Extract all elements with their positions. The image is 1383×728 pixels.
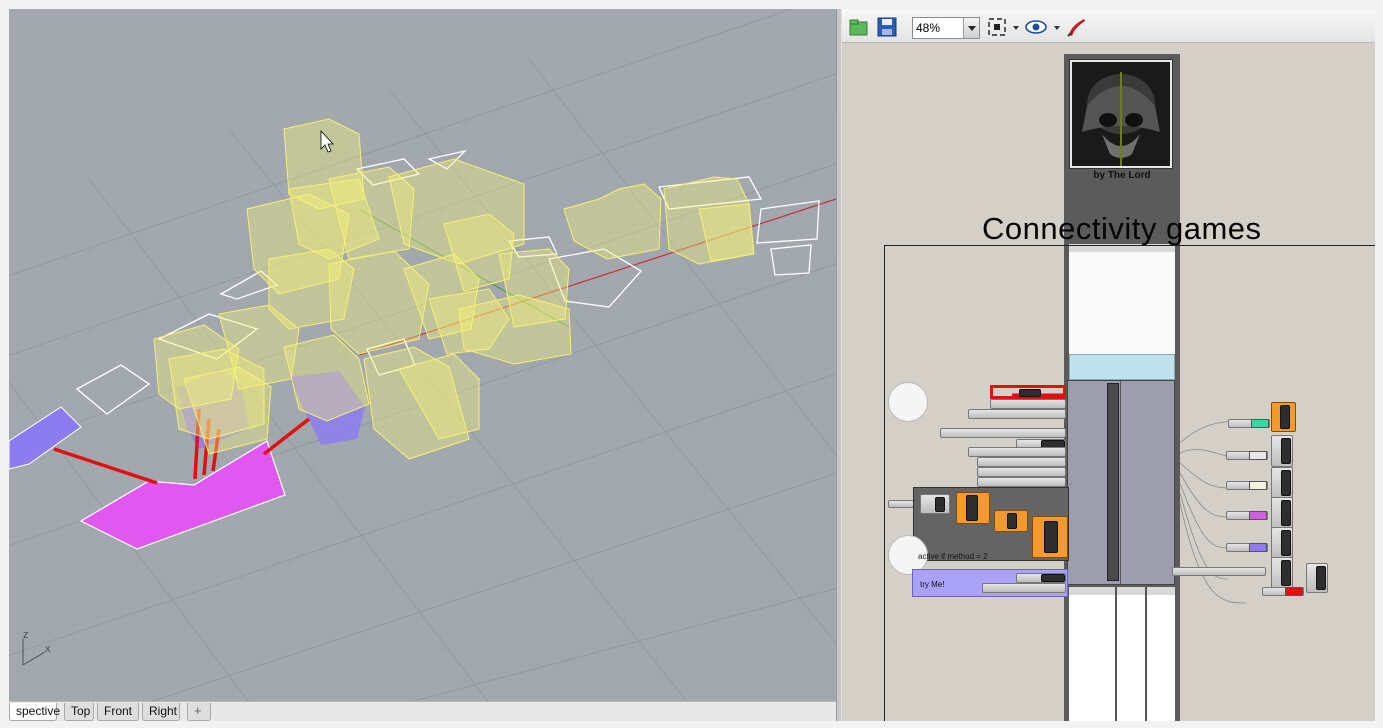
orange-component[interactable] (994, 510, 1028, 532)
preview-eye-icon[interactable] (1025, 16, 1047, 38)
tab-front[interactable]: Front (97, 703, 139, 721)
slider-component[interactable] (1016, 573, 1066, 583)
color-param[interactable] (1226, 481, 1268, 490)
group-param[interactable] (920, 494, 950, 514)
save-file-icon[interactable] (876, 16, 898, 38)
slider-component[interactable] (977, 467, 1066, 477)
dial-widget[interactable] (888, 382, 928, 422)
grasshopper-canvas[interactable]: by The Lord Connectivity games active if… (842, 43, 1375, 721)
button-label[interactable]: try Me! (920, 580, 944, 589)
output-param[interactable] (1271, 527, 1293, 559)
output-param[interactable] (1306, 563, 1328, 593)
group-note-label: active if method = 2 (918, 552, 988, 561)
zoom-dropdown-button[interactable] (963, 18, 979, 38)
color-param[interactable] (1226, 543, 1268, 552)
slider-component[interactable] (982, 583, 1066, 593)
viewport-scene (9, 9, 836, 701)
color-param[interactable] (1226, 511, 1268, 520)
orange-component[interactable] (1032, 516, 1068, 558)
tab-top[interactable]: Top (64, 703, 94, 721)
zoom-combobox[interactable] (912, 17, 980, 39)
input-param[interactable] (888, 500, 914, 508)
orange-component[interactable] (956, 492, 990, 524)
grasshopper-editor: by The Lord Connectivity games (842, 9, 1375, 721)
slider-component[interactable] (990, 399, 1066, 409)
canvas-toolbar (842, 9, 1375, 43)
orange-output[interactable] (1271, 402, 1296, 432)
viewport-tab-bar: spective Top Front Right + (9, 701, 836, 721)
sketch-brush-icon[interactable] (1065, 16, 1087, 38)
output-param[interactable] (1271, 435, 1293, 467)
open-file-icon[interactable] (848, 16, 870, 38)
preview-dropdown-icon[interactable] (1054, 26, 1060, 30)
perspective-viewport[interactable]: z x (9, 9, 836, 701)
zoom-extents-dropdown-icon[interactable] (1013, 26, 1019, 30)
color-param[interactable] (1228, 419, 1270, 428)
slider-component[interactable] (968, 409, 1066, 419)
axis-label-x: x (45, 643, 51, 655)
slider-component[interactable] (977, 457, 1066, 467)
dark-group (913, 487, 1069, 561)
slider-component[interactable] (940, 428, 1066, 438)
wire-layer (1001, 393, 1247, 604)
zoom-extents-icon[interactable] (986, 16, 1008, 38)
add-tab-icon[interactable]: + (187, 703, 211, 721)
color-param[interactable] (1262, 587, 1304, 596)
application-window: z x spective Top Front Right + 48% by Th… (0, 0, 1383, 728)
color-param[interactable] (1226, 451, 1268, 460)
zoom-input[interactable] (913, 18, 963, 38)
output-param[interactable] (1271, 497, 1293, 529)
slider-component[interactable] (968, 447, 1066, 457)
output-param[interactable] (1271, 467, 1293, 499)
selected-component[interactable] (990, 385, 1066, 399)
output-param[interactable] (1271, 557, 1293, 591)
slider-component[interactable] (1172, 567, 1266, 576)
tab-right[interactable]: Right (142, 703, 180, 721)
axis-label-z: z (23, 629, 29, 641)
slider-component[interactable] (977, 477, 1066, 487)
tab-perspective[interactable]: spective (9, 703, 60, 721)
